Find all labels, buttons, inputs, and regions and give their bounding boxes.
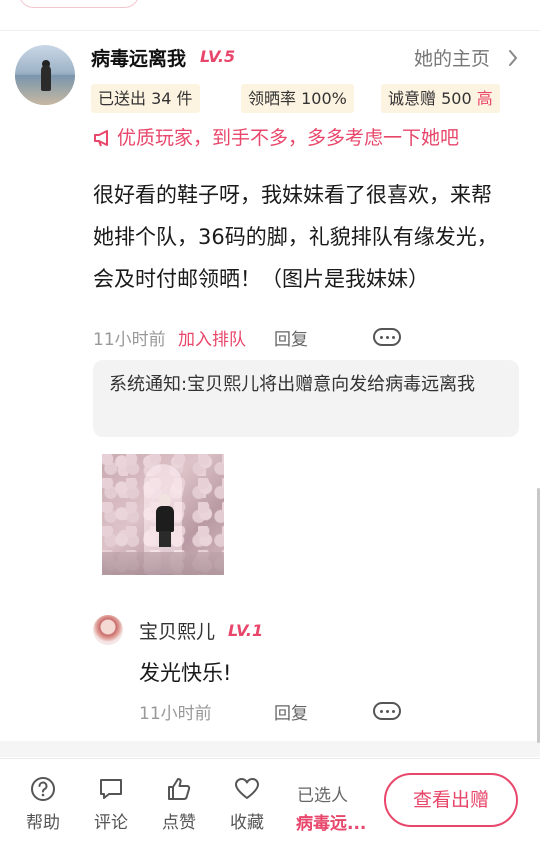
comment-text: 很好看的鞋子呀，我妹妹看了很喜欢，来帮她排个队，36码的脚，礼貌排队有缘发光，会…	[93, 183, 498, 291]
quality-notice-text: 优质玩家，到手不多，多多考虑一下她吧	[117, 127, 460, 149]
sincerity-label: 诚意赠 500	[388, 89, 472, 108]
join-queue-button[interactable]: 加入排队	[178, 325, 246, 350]
user-avatar[interactable]	[15, 45, 75, 105]
comment-username[interactable]: 病毒远离我	[91, 44, 186, 71]
system-notice: 系统通知:宝贝熙儿将出赠意向发给病毒远离我	[93, 360, 519, 437]
comment-time: 11小时前	[93, 330, 166, 350]
reply-user-avatar[interactable]	[93, 615, 123, 645]
sincerity-badge: 诚意赠 500 高	[381, 84, 500, 113]
system-notice-text: 系统通知:宝贝熙儿将出赠意向发给病毒远离我	[109, 374, 476, 395]
reply-text: 发光快乐!	[139, 661, 232, 685]
more-options-icon[interactable]	[373, 328, 401, 346]
reply-time: 11小时前	[139, 704, 212, 724]
reply-username[interactable]: 宝贝熙儿	[139, 617, 215, 644]
comment-icon	[100, 779, 122, 799]
tab-comment[interactable]: 评论	[83, 776, 139, 833]
sincerity-high-tag: 高	[476, 89, 493, 108]
selected-person-label: 已选人	[297, 786, 348, 806]
comment-photo[interactable]	[102, 454, 224, 575]
gift-count-label: 已送出 34 件	[98, 89, 193, 108]
tab-favorite[interactable]: 收藏	[219, 776, 275, 833]
reply-more-options-icon[interactable]	[373, 702, 401, 720]
tab-like[interactable]: 点赞	[151, 776, 207, 833]
review-rate-label: 领晒率 100%	[248, 89, 347, 108]
reply-button[interactable]: 回复	[274, 325, 308, 350]
tab-favorite-label: 收藏	[230, 813, 264, 833]
tab-help-label: 帮助	[26, 813, 60, 833]
favorite-icon	[235, 778, 259, 799]
top-pill-button[interactable]	[18, 0, 140, 8]
quality-notice: 优质玩家，到手不多，多多考虑一下她吧	[93, 123, 459, 150]
reply-reply-button[interactable]: 回复	[274, 699, 308, 724]
user-level-badge: LV.5	[200, 47, 236, 66]
tab-help[interactable]: 帮助	[15, 776, 71, 833]
top-divider	[0, 0, 540, 31]
like-icon	[168, 778, 191, 800]
homepage-link[interactable]: 她的主页	[414, 44, 490, 71]
view-gift-button[interactable]: 查看出赠	[384, 773, 518, 827]
gift-count-badge: 已送出 34 件	[91, 84, 200, 113]
megaphone-icon	[94, 130, 108, 147]
review-rate-badge: 领晒率 100%	[241, 84, 354, 113]
tab-comment-label: 评论	[94, 813, 128, 833]
section-divider	[0, 741, 540, 757]
reply-level-badge: LV.1	[228, 621, 264, 640]
help-icon	[31, 777, 55, 801]
selected-person-name[interactable]: 病毒远...	[296, 809, 366, 834]
bottom-action-bar: 帮助 评论 点赞 收藏 已选人 病毒远... 查看出赠	[0, 758, 540, 852]
chevron-right-icon[interactable]	[508, 49, 518, 72]
tab-like-label: 点赞	[162, 813, 196, 833]
